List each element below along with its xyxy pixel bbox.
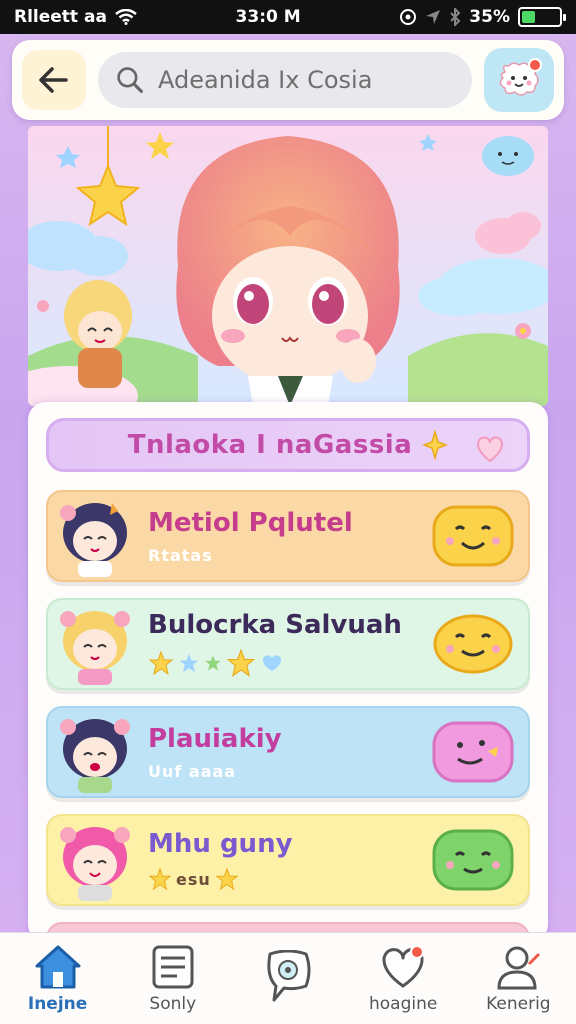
location-icon (426, 10, 441, 24)
item-status: Rtatas (148, 545, 213, 565)
hero-illustration (28, 126, 548, 406)
nav-profile[interactable]: Kenerig (463, 944, 573, 1014)
battery-level (522, 11, 535, 23)
nav-favorites[interactable]: hoagine (348, 944, 458, 1014)
sparkle-icon (422, 430, 449, 460)
avatar (60, 827, 130, 901)
favorite-heart-icon[interactable] (475, 435, 505, 463)
star-rating (148, 648, 432, 678)
item-status: esu (176, 869, 211, 889)
battery-percent: 35% (469, 7, 510, 27)
nav-home-label: Inejne (27, 993, 88, 1014)
badge-row: esu (148, 867, 432, 891)
star-icon (148, 650, 174, 676)
happy-face-icon[interactable] (432, 505, 514, 567)
status-bar: Rlleett aa 33:0 M 35% (0, 0, 576, 34)
nav-news-label: Sonly (149, 993, 197, 1014)
heart-icon (382, 944, 425, 987)
nav-favorites-label: hoagine (368, 993, 438, 1014)
star-icon (148, 867, 172, 891)
cloud-face (482, 136, 534, 176)
home-icon (35, 945, 81, 988)
profile-icon (497, 946, 541, 989)
list-title: Tnlaoka I naGassia (127, 430, 413, 460)
chat-avatar-button[interactable] (484, 48, 554, 112)
item-name: Bulocrka Salvuah (148, 610, 402, 640)
list-header: Tnlaoka I naGassia (46, 418, 530, 472)
heart-icon (262, 655, 282, 671)
star-icon (215, 867, 239, 891)
chat-icon (267, 949, 311, 1001)
search-icon (117, 67, 143, 93)
avatar (60, 611, 130, 685)
nav-news[interactable]: Sonly (118, 944, 228, 1014)
avatar (60, 719, 130, 793)
list-item[interactable]: Mhu guny esu (46, 814, 530, 906)
bottom-nav: Inejne Sonly hoagine Kenerig (0, 932, 576, 1024)
search-input[interactable] (158, 66, 454, 94)
bluetooth-icon (450, 8, 461, 26)
friends-list-card: Tnlaoka I naGassia Metiol Pqlutel Rtatas (28, 402, 548, 942)
hero-scene (28, 126, 548, 406)
top-bar (12, 40, 564, 120)
wifi-icon (115, 9, 137, 25)
item-status: Uuf aaaa (148, 761, 237, 781)
grin-face-icon[interactable] (432, 613, 514, 675)
star-icon (226, 648, 256, 678)
item-name: Mhu guny (148, 829, 293, 859)
list-item[interactable]: Plauiakiy Uuf aaaa (46, 706, 530, 798)
star-icon (179, 653, 199, 673)
nav-chat[interactable] (233, 949, 343, 1008)
star-icon (205, 655, 221, 671)
list-item[interactable]: Metiol Pqlutel Rtatas (46, 490, 530, 582)
carrier-label: Rlleett aa (14, 7, 107, 27)
item-name: Metiol Pqlutel (148, 507, 353, 538)
avatar (60, 503, 127, 577)
news-icon (152, 945, 194, 988)
item-name: Plauiakiy (148, 723, 282, 754)
nav-profile-label: Kenerig (486, 993, 551, 1014)
blush-face-icon[interactable] (432, 829, 514, 891)
chat-face-icon[interactable] (432, 721, 514, 783)
battery-icon (518, 7, 566, 27)
search-box[interactable] (98, 52, 472, 108)
alarm-icon (400, 9, 417, 25)
notification-dot (528, 58, 542, 72)
clock: 33:0 M (235, 7, 301, 27)
nav-home[interactable]: Inejne (3, 944, 113, 1014)
back-button[interactable] (22, 50, 86, 110)
arrow-left-icon (39, 67, 68, 93)
list-item[interactable]: Bulocrka Salvuah (46, 598, 530, 690)
